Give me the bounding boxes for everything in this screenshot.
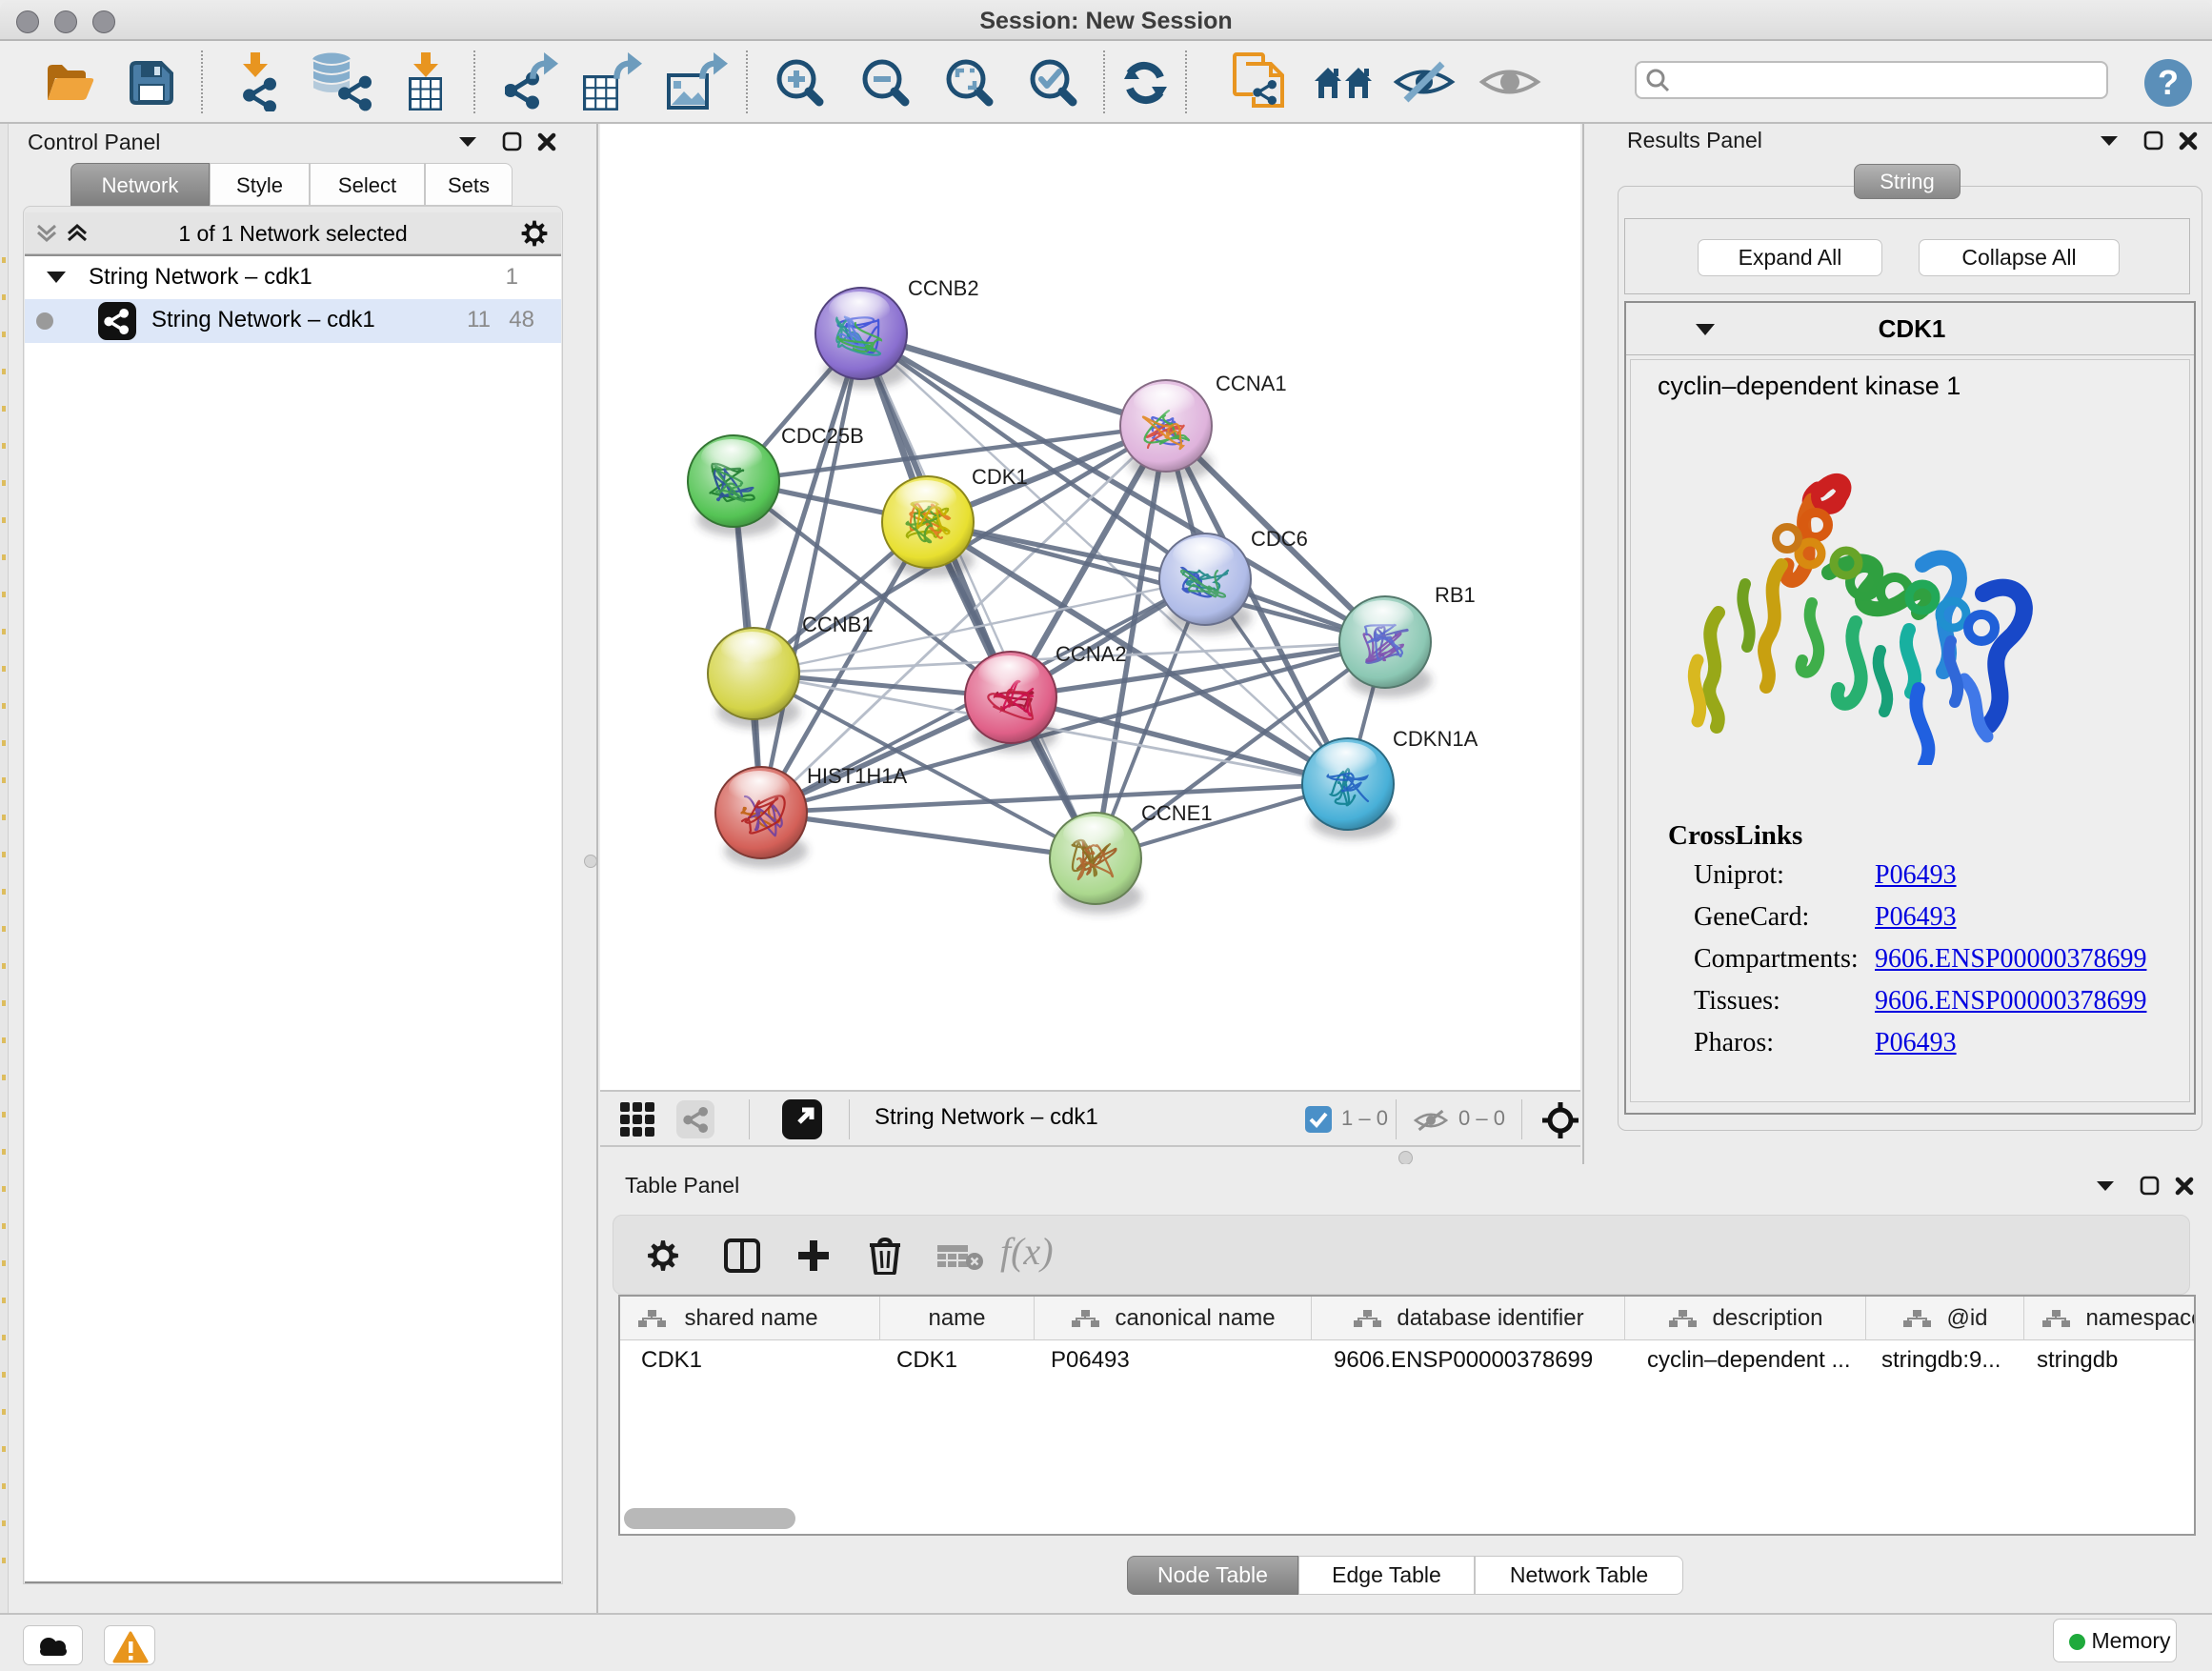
svg-text:CCNB2: CCNB2 xyxy=(908,276,979,300)
svg-text:CDC6: CDC6 xyxy=(1251,527,1308,551)
svg-text:RB1: RB1 xyxy=(1435,583,1476,607)
svg-text:CCNE1: CCNE1 xyxy=(1141,801,1213,825)
svg-text:CDC25B: CDC25B xyxy=(781,424,864,448)
svg-text:CDKN1A: CDKN1A xyxy=(1393,727,1478,751)
svg-text:HIST1H1A: HIST1H1A xyxy=(807,764,907,788)
svg-text:?: ? xyxy=(2158,63,2179,102)
svg-text:CCNA2: CCNA2 xyxy=(1056,642,1127,666)
svg-text:CCNA1: CCNA1 xyxy=(1216,372,1287,395)
svg-text:CDK1: CDK1 xyxy=(972,465,1028,489)
svg-text:CCNB1: CCNB1 xyxy=(802,613,874,636)
